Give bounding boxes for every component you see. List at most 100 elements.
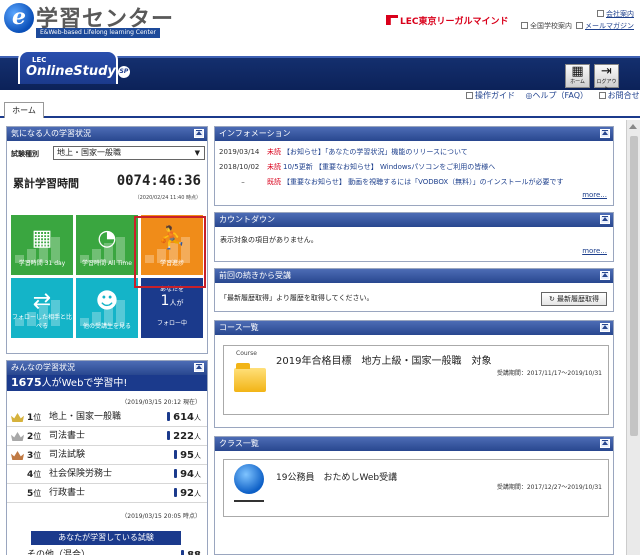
countdown-panel: カウントダウン 表示対象の項目がありません。 more... [214,212,614,262]
exam-type-select[interactable]: 地上・国家一般職 ▼ [53,146,205,160]
onlinestudy-logo[interactable]: LEC OnlineStudy SP [18,50,130,84]
online-count: 1675人がWebで学習中! [7,375,207,391]
home-icon: ▦ [571,64,584,79]
countdown-empty-text: 表示対象の項目がありません。 [220,236,318,244]
lec-brand-text: LEC東京リーガルマインド [400,17,509,27]
guide-link[interactable]: 操作ガイド [466,91,515,100]
tile-other-students[interactable]: ☻ 他の受講生を見る [76,278,138,338]
countdown-more-link[interactable]: more... [582,247,607,255]
top-links: 会社案内 全国学校案内 メールマガジン [521,8,634,32]
information-panel: インフォメーション 2019/03/14 未読 【お知らせ】「あなたの学習状況」機能… [214,126,614,206]
collapse-button[interactable] [600,439,610,448]
ranking-row: 1位 地上・国家一般職 614人 [7,409,207,427]
person-icon [174,450,178,459]
mail-icon [598,92,606,99]
tab-row: ホーム [0,100,640,118]
info-item[interactable]: – 既読 【重要なお知らせ】 動画を視聴するには「VODBOX（無料）」のインストー… [219,177,563,187]
logout-button[interactable]: ⇥ ログアウト [594,64,619,92]
stopwatch-icon: ◔ [97,226,117,251]
person-icon [174,469,178,478]
panel-header: 気になる人の学習状況 [7,127,207,141]
guide-icon [466,92,473,99]
refresh-icon: ↻ [548,295,555,303]
tile-study-alltime[interactable]: ◔ 学習時間 All Time [76,215,138,275]
square-icon [521,22,528,29]
brand-main: OnlineStudy SP [26,64,130,79]
gold-crown-icon [11,413,24,422]
school-link[interactable]: 全国学校案内 [521,22,572,30]
class-list-panel: クラス一覧 19公務員 おためしWeb受講 受講期間：2017/12/27～20… [214,436,614,555]
collapse-button[interactable] [600,215,610,224]
globe-underline [234,500,264,502]
help-link[interactable]: ◎ヘルプ（FAQ） [526,91,588,100]
person-icon [174,488,178,497]
person-icon [167,412,171,421]
folder-icon [234,363,266,392]
logo-e-icon: e [4,3,34,33]
top-header: e 学習センター E&Web-based Lifelong learning C… [0,0,640,42]
tab-home[interactable]: ホーム [4,102,44,118]
course-label: Course [236,350,257,357]
collapse-button[interactable] [600,323,610,332]
resume-panel: 前回の続きから受講 「最新履歴取得」より履歴を取得してください。 ↻ 最新履歴取… [214,268,614,312]
ranking-panel: みんなの学習状況 1675人がWebで学習中! （2019/03/15 20:1… [6,360,208,555]
ranking-row: 5位 行政書士 92人 [7,485,207,503]
class-title: 19公務員 おためしWeb受講 [276,473,398,483]
my-exam-button[interactable]: あなたが学習している試験 [31,531,181,545]
square-icon [597,10,604,17]
ranking-row: 2位 司法書士 222人 [7,428,207,446]
tile-study-31day[interactable]: ▦ 学習時間 31 day [11,215,73,275]
panel-header: みんなの学習状況 [7,361,207,375]
collapse-button[interactable] [194,129,204,138]
info-more-link[interactable]: more... [582,191,607,199]
logo-subtitle: E&Web-based Lifelong learning Center [36,28,160,38]
panel-header: カウントダウン [215,213,613,227]
course-list-panel: コース一覧 Course 2019年合格目標 地方上級・国家一般職 対象 受講期… [214,320,614,428]
ranking-row-other: その他（混合） 88 [7,547,207,555]
help-icon: ◎ [525,91,533,100]
panel-header: インフォメーション [215,127,613,141]
class-period: 受講期間：2017/12/27～2019/10/31 [496,484,602,491]
lec-mark-icon [386,15,398,25]
course-title: 2019年合格目標 地方上級・国家一般職 対象 [276,356,492,367]
info-item[interactable]: 2019/03/14 未読 【お知らせ】「あなたの学習状況」機能のリリースについて [219,147,468,157]
collapse-button[interactable] [600,129,610,138]
site-logo[interactable]: e 学習センター E&Web-based Lifelong learning C… [4,3,174,39]
ranking-row: 3位 司法試験 95人 [7,447,207,465]
logout-icon: ⇥ [601,64,612,79]
course-period: 受講期間：2017/11/17～2019/10/31 [496,370,602,377]
bronze-crown-icon [11,451,24,460]
chevron-down-icon: ▼ [194,149,200,157]
tile-compare-followed[interactable]: ⇄ フォローした相手と比べる [11,278,73,338]
panel-header: コース一覧 [215,321,613,335]
resume-text: 「最新履歴取得」より履歴を取得してください。 [220,294,374,302]
scroll-thumb[interactable] [630,136,638,436]
scroll-up-icon[interactable] [629,124,637,129]
lec-brand[interactable]: LEC東京リーガルマインド [386,14,509,27]
home-button[interactable]: ▦ ホーム [565,64,590,88]
brand-small: LEC [32,56,47,64]
page-scrollbar[interactable] [626,120,640,555]
contact-link[interactable]: お問合せ [598,91,640,100]
company-link[interactable]: 会社案内 [606,10,634,18]
silver-crown-icon [11,432,24,441]
course-item[interactable]: Course 2019年合格目標 地方上級・国家一般職 対象 受講期間：2017… [223,345,609,415]
total-study-date: （2020/02/24 11:40 時点） [134,195,201,201]
compare-icon: ⇄ [32,289,52,314]
calendar-icon: ▦ [31,226,53,251]
exam-type-label: 試験種別 [11,150,39,158]
fetch-history-button[interactable]: ↻ 最新履歴取得 [541,292,607,306]
ranking-date-bottom: （2019/03/15 20:05 時点） [121,513,201,520]
info-item[interactable]: 2018/10/02 未読 10/5更新 【重要なお知らせ】 Windowsパソコン… [219,162,495,172]
panel-header: 前回の続きから受講 [215,269,613,283]
person-icon [181,550,185,555]
brand-badge: SP [117,66,130,78]
collapse-button[interactable] [600,271,610,280]
progress-tile-highlight [134,216,206,288]
collapse-button[interactable] [194,363,204,372]
ranking-row: 4位 社会保険労務士 94人 [7,466,207,484]
total-study-time: 0074:46:36 [116,173,201,189]
class-item[interactable]: 19公務員 おためしWeb受講 受講期間：2017/12/27～2019/10/… [223,459,609,517]
magazine-link[interactable]: メールマガジン [585,22,634,30]
people-icon: ☻ [95,289,119,314]
